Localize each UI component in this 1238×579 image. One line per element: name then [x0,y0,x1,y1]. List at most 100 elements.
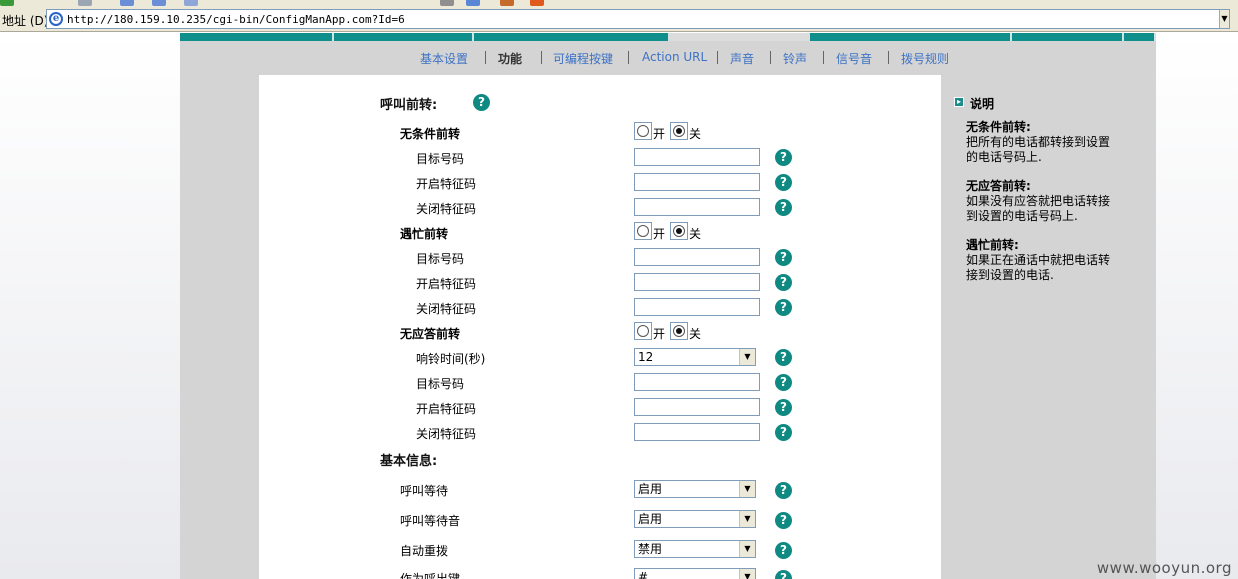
help-icon[interactable]: ? [775,274,792,291]
no-answer-off-code-input[interactable] [634,423,760,441]
on-code-label: 开启特征码 [416,402,477,416]
help-icon[interactable]: ? [473,94,490,111]
print-icon[interactable] [500,0,514,6]
ring-time-select[interactable]: 12 ▼ [634,348,756,366]
radio-off-label: 关 [689,327,702,341]
help-icon[interactable]: ? [775,249,792,266]
busy-on-code-input[interactable] [634,273,760,291]
radio-off-label: 关 [689,127,702,141]
off-code-label: 关闭特征码 [416,302,477,316]
call-waiting-tone-label: 呼叫等待音 [400,514,461,528]
tab-strip-segment [1012,33,1124,41]
sidebar-title: 说明 [970,97,995,111]
sidebar-block-title: 无应答前转: [966,179,1031,193]
sidebar-block-text: 如果没有应答就把电话转接到设置的电话号码上. [966,194,1111,223]
nav-separator [770,51,771,64]
tab-programmable-keys[interactable]: 可编程按键 [553,50,613,67]
mail-icon[interactable] [466,0,480,6]
call-waiting-value: 启用 [638,482,663,496]
basic-info-title: 基本信息: [380,454,438,469]
tab-strip-segment [810,33,1012,41]
chevron-down-icon[interactable]: ▼ [739,569,755,579]
favorites-icon[interactable] [184,0,198,6]
tab-features[interactable]: 功能 [498,50,522,67]
tab-basic-settings[interactable]: 基本设置 [420,50,468,67]
no-answer-forward-on-radio[interactable] [634,322,652,340]
home-icon[interactable] [120,0,134,6]
address-input[interactable]: e http://180.159.10.235/cgi-bin/ConfigMa… [46,9,1230,29]
help-sidebar: ▸ 说明 无条件前转: 把所有的电话都转接到设置的电话号码上. 无应答前转: 如… [941,75,1156,579]
send-key-select[interactable]: # ▼ [634,568,756,579]
back-icon[interactable] [0,0,14,6]
unconditional-forward-on-radio[interactable] [634,122,652,140]
off-code-label: 关闭特征码 [416,202,477,216]
tab-strip [180,33,1156,41]
unconditional-forward-off-radio[interactable] [670,122,688,140]
tab-signal-tone[interactable]: 信号音 [836,50,872,67]
no-answer-forward-off-radio[interactable] [670,322,688,340]
busy-target-number-input[interactable] [634,248,760,266]
sidebar-block-text: 如果正在通话中就把电话转接到设置的电话. [966,253,1111,282]
no-answer-target-number-input[interactable] [634,373,760,391]
help-icon[interactable]: ? [775,399,792,416]
call-waiting-select[interactable]: 启用 ▼ [634,480,756,498]
ie-page-icon: e [49,12,63,26]
search-icon[interactable] [152,0,166,6]
radio-ring [637,325,649,337]
help-icon[interactable]: ? [775,149,792,166]
help-icon[interactable]: ? [775,482,792,499]
info-arrow-icon: ▸ [954,97,964,107]
no-answer-forward-label: 无应答前转 [400,327,461,341]
tab-dial-rules[interactable]: 拨号规则 [901,50,949,67]
unconditional-target-number-input[interactable] [634,148,760,166]
auto-redial-select[interactable]: 禁用 ▼ [634,540,756,558]
radio-off-label: 关 [689,227,702,241]
nav-separator [717,51,718,64]
browser-toolbar [0,0,1238,7]
call-waiting-tone-select[interactable]: 启用 ▼ [634,510,756,528]
sidebar-block: 无应答前转: 如果没有应答就把电话转接到设置的电话号码上. [966,179,1116,224]
tab-ringtone[interactable]: 铃声 [783,50,807,67]
target-number-label: 目标号码 [416,377,465,391]
on-code-label: 开启特征码 [416,177,477,191]
ring-time-label: 响铃时间(秒) [416,352,486,366]
call-waiting-tone-value: 启用 [638,512,663,526]
address-label: 地址 (D) [2,14,49,28]
send-key-value: # [638,570,649,579]
help-icon[interactable]: ? [775,374,792,391]
tab-sound[interactable]: 声音 [730,50,754,67]
call-waiting-label: 呼叫等待 [400,484,449,498]
help-icon[interactable]: ? [775,199,792,216]
unconditional-off-code-input[interactable] [634,198,760,216]
chevron-down-icon[interactable]: ▼ [739,511,755,527]
sidebar-block-title: 无条件前转: [966,120,1031,134]
help-icon[interactable]: ? [775,299,792,316]
chevron-down-icon[interactable]: ▼ [739,541,755,557]
chevron-down-icon[interactable]: ▼ [739,481,755,497]
nav-separator [823,51,824,64]
busy-forward-on-radio[interactable] [634,222,652,240]
radio-ring [637,125,649,137]
unconditional-on-code-input[interactable] [634,173,760,191]
busy-forward-off-radio[interactable] [670,222,688,240]
history-icon[interactable] [440,0,454,6]
radio-on-label: 开 [653,327,666,341]
help-icon[interactable]: ? [775,512,792,529]
address-url[interactable]: http://180.159.10.235/cgi-bin/ConfigManA… [67,13,405,26]
address-dropdown-icon[interactable]: ▼ [1219,10,1229,28]
help-icon[interactable]: ? [775,424,792,441]
chevron-down-icon[interactable]: ▼ [739,349,755,365]
address-bar: 地址 (D) e http://180.159.10.235/cgi-bin/C… [0,7,1238,32]
messenger-icon[interactable] [530,0,544,6]
busy-off-code-input[interactable] [634,298,760,316]
help-icon[interactable]: ? [775,570,792,579]
help-icon[interactable]: ? [775,349,792,366]
forward-icon[interactable] [78,0,92,6]
no-answer-on-code-input[interactable] [634,398,760,416]
auto-redial-value: 禁用 [638,542,663,556]
function-nav: 基本设置 功能 可编程按键 Action URL 声音 铃声 信号音 拨号规则 [180,46,1156,70]
help-icon[interactable]: ? [775,542,792,559]
tab-action-url[interactable]: Action URL [642,50,707,64]
forwarding-title: 呼叫前转: [380,98,438,113]
help-icon[interactable]: ? [775,174,792,191]
